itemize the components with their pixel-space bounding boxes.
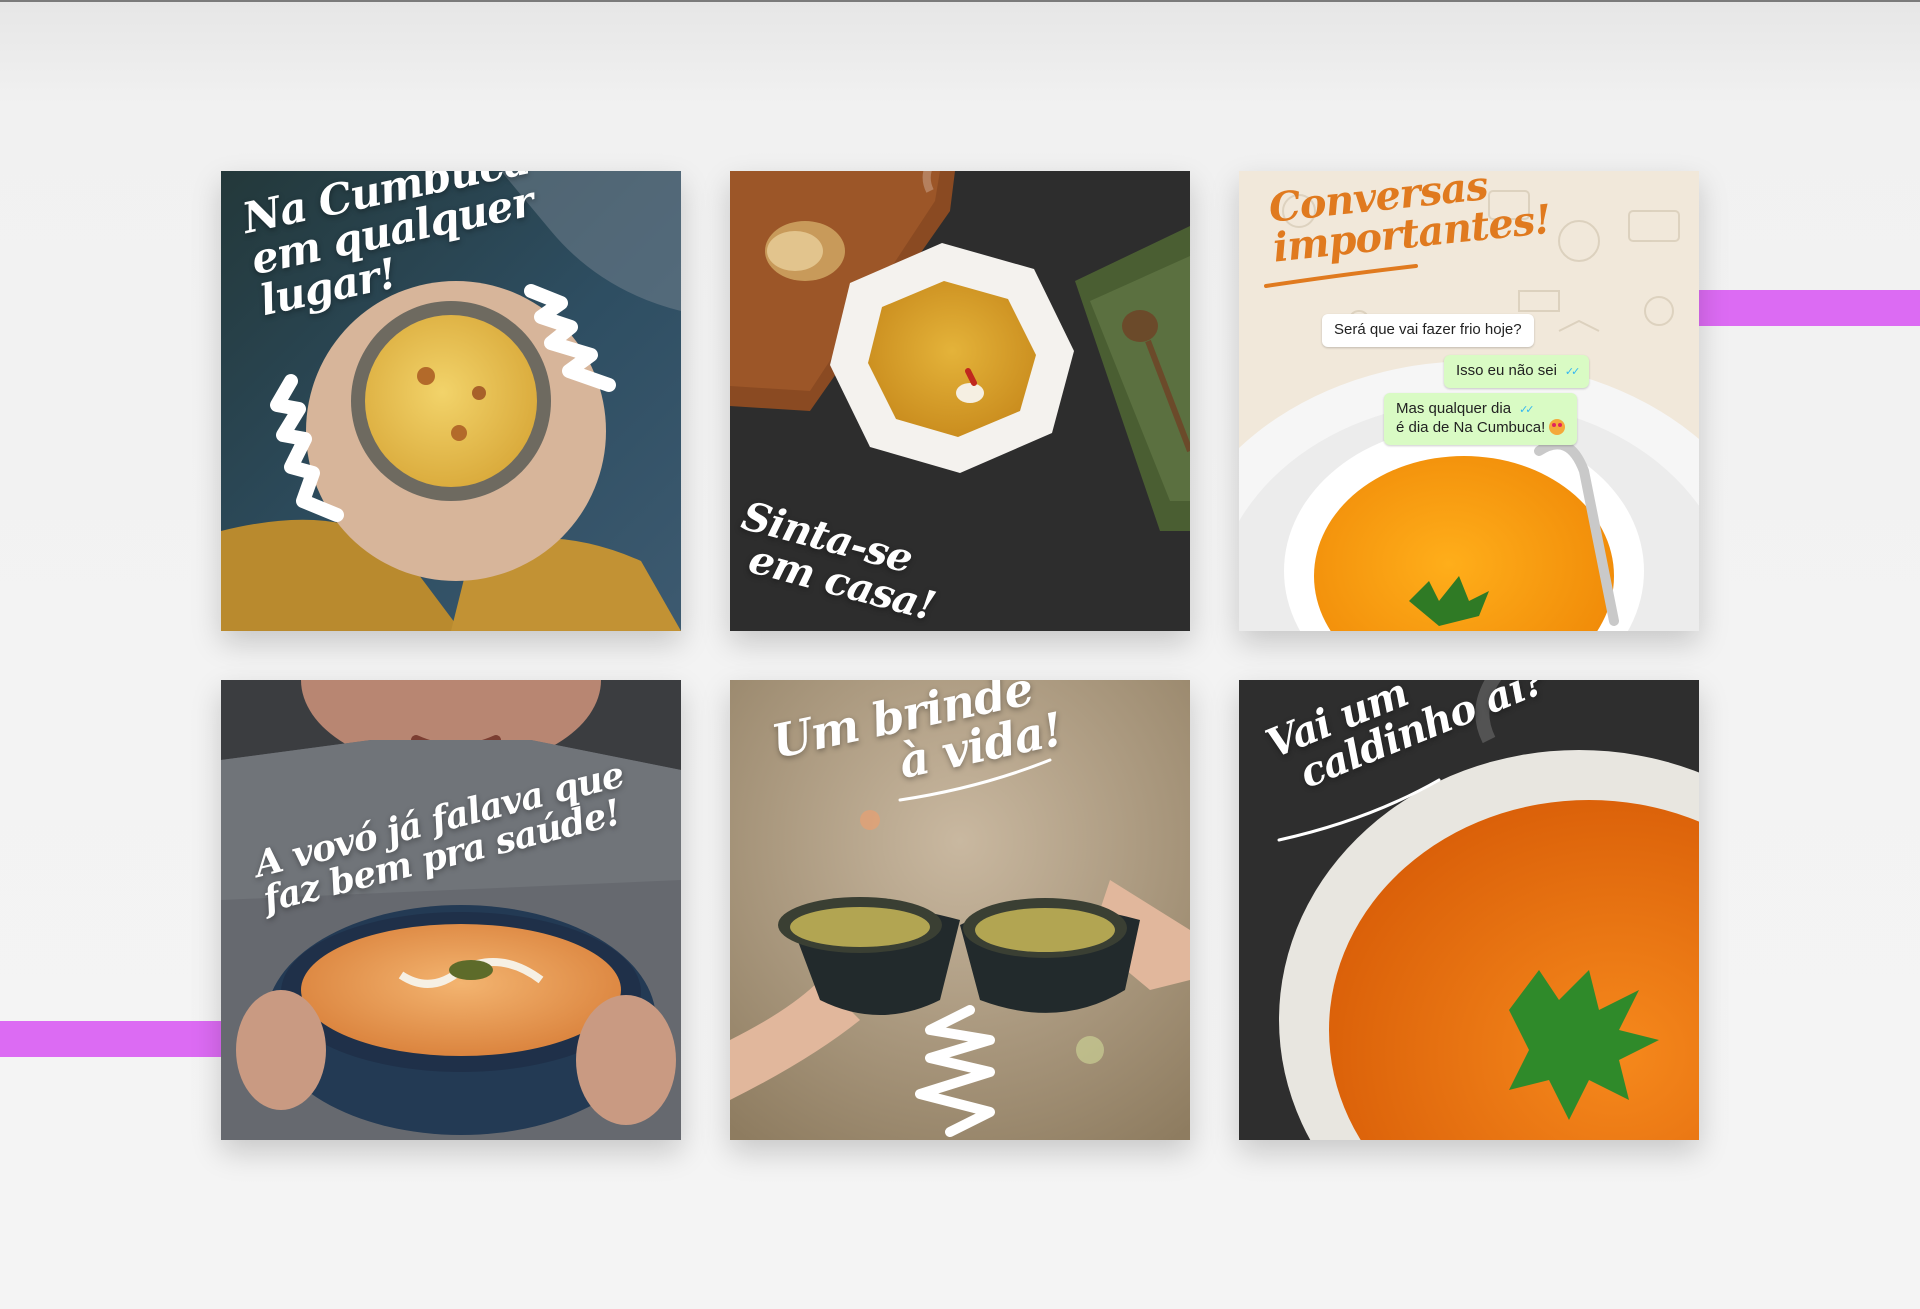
chat-message-outgoing: Mas qualquer dia ✓✓ é dia de Na Cumbuca! bbox=[1384, 393, 1578, 445]
post-card-6[interactable]: Vai um caldinho aí? bbox=[1239, 680, 1699, 1140]
chat-text: Mas qualquer dia bbox=[1396, 400, 1512, 417]
post-card-4[interactable]: A vovó já falava que faz bem pra saúde! bbox=[221, 680, 681, 1140]
post-card-5[interactable]: Um brinde à vida! bbox=[730, 680, 1190, 1140]
post-card-2[interactable]: Sinta-se em casa! bbox=[730, 171, 1190, 631]
accent-stripe-right bbox=[1698, 290, 1920, 326]
accent-stripe-left bbox=[0, 1021, 222, 1057]
double-check-icon: ✓✓ bbox=[1564, 366, 1581, 378]
chat-text: é dia de Na Cumbuca! bbox=[1396, 418, 1546, 436]
top-border-line bbox=[0, 0, 1920, 2]
chat-message-incoming: Será que vai fazer frio hoje? bbox=[1322, 314, 1534, 347]
post-card-1[interactable]: Na Cumbuca em qualquer lugar! bbox=[221, 171, 681, 631]
double-check-icon: ✓✓ bbox=[1519, 404, 1535, 416]
chat-message-outgoing: Isso eu não sei ✓✓ bbox=[1444, 355, 1590, 388]
post-card-3[interactable]: Conversas importantes! Será que vai faze… bbox=[1239, 171, 1699, 631]
chat-text: Será que vai fazer frio hoje? bbox=[1334, 321, 1522, 338]
heart-eyes-emoji-icon bbox=[1549, 418, 1566, 435]
chat-text: Isso eu não sei bbox=[1456, 362, 1557, 379]
